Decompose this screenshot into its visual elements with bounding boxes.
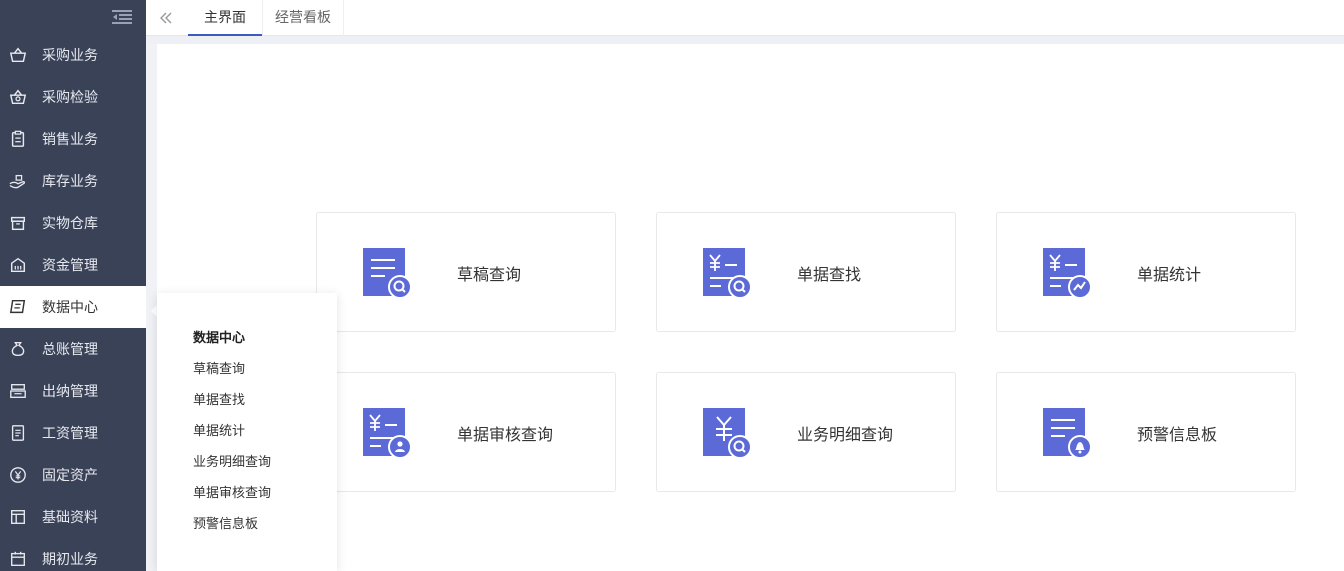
- sidebar-item-label: 资金管理: [42, 258, 98, 274]
- content-gutter: [146, 36, 1344, 44]
- sidebar-item-label: 固定资产: [42, 468, 98, 484]
- submenu-title: 数据中心: [193, 331, 246, 346]
- sidebar-item-label: 采购业务: [42, 48, 98, 64]
- sidebar-item-label: 实物仓库: [42, 216, 98, 232]
- sidebar-item-label: 基础资料: [42, 510, 98, 526]
- sidebar-item-cashier[interactable]: 出纳管理: [0, 370, 146, 412]
- sidebar-item-data-center[interactable]: 数据中心: [0, 286, 146, 328]
- card-bill-audit-query[interactable]: 单据审核查询: [316, 372, 616, 492]
- sidebar: 采购业务 采购检验 销售业务 库存业务 实物仓库 资金管理 数据中心 总账管理 …: [0, 0, 146, 571]
- card-label: 单据统计: [1137, 265, 1202, 284]
- business-detail-icon: [703, 408, 751, 458]
- sidebar-header: [0, 0, 146, 34]
- card-business-detail-query[interactable]: 业务明细查询: [656, 372, 956, 492]
- submenu-item-business-detail[interactable]: 业务明细查询: [193, 451, 271, 470]
- basket-search-icon: [8, 87, 28, 107]
- card-draft-query[interactable]: 草稿查询: [316, 212, 616, 332]
- tab-business-dashboard[interactable]: 经营看板: [262, 0, 344, 36]
- document-icon: [8, 423, 28, 443]
- card-bill-search[interactable]: 单据查找: [656, 212, 956, 332]
- submenu-item-bill-statistics[interactable]: 单据统计: [193, 420, 245, 439]
- clipboard-icon: [8, 129, 28, 149]
- card-warning-board[interactable]: 预警信息板: [996, 372, 1296, 492]
- bill-stats-icon: [1043, 248, 1091, 298]
- archive-icon: [8, 213, 28, 233]
- basket-icon: [8, 45, 28, 65]
- submenu-item-bill-audit[interactable]: 单据审核查询: [193, 482, 271, 501]
- sidebar-item-label: 数据中心: [42, 300, 98, 316]
- sidebar-item-label: 销售业务: [42, 132, 98, 148]
- sidebar-item-label: 工资管理: [42, 426, 98, 442]
- card-bill-statistics[interactable]: 单据统计: [996, 212, 1296, 332]
- sidebar-item-label: 库存业务: [42, 174, 98, 190]
- submenu-item-warning-board[interactable]: 预警信息板: [193, 513, 258, 532]
- menu-collapse-icon[interactable]: [112, 9, 132, 25]
- sidebar-item-inventory[interactable]: 库存业务: [0, 160, 146, 202]
- calendar-icon: [8, 549, 28, 569]
- money-bag-icon: [8, 339, 28, 359]
- card-label: 预警信息板: [1137, 425, 1218, 444]
- sidebar-item-basic-data[interactable]: 基础资料: [0, 496, 146, 538]
- tab-bar: 主界面 经营看板: [146, 0, 1344, 36]
- draft-search-icon: [363, 248, 411, 298]
- yen-circle-icon: [8, 465, 28, 485]
- card-label: 业务明细查询: [797, 425, 894, 444]
- sidebar-item-label: 期初业务: [42, 552, 98, 568]
- sidebar-item-sales[interactable]: 销售业务: [0, 118, 146, 160]
- sidebar-item-warehouse[interactable]: 实物仓库: [0, 202, 146, 244]
- warning-board-icon: [1043, 408, 1091, 458]
- sidebar-item-label: 总账管理: [42, 342, 98, 358]
- sidebar-item-funds[interactable]: 资金管理: [0, 244, 146, 286]
- hand-box-icon: [8, 171, 28, 191]
- submenu-item-draft-query[interactable]: 草稿查询: [193, 358, 245, 377]
- card-label: 草稿查询: [457, 265, 522, 284]
- tab-main[interactable]: 主界面: [188, 0, 262, 36]
- sidebar-item-fixed-assets[interactable]: 固定资产: [0, 454, 146, 496]
- sidebar-item-purchase[interactable]: 采购业务: [0, 34, 146, 76]
- scroll-icon: [8, 297, 28, 317]
- sidebar-item-general-ledger[interactable]: 总账管理: [0, 328, 146, 370]
- sidebar-item-label: 采购检验: [42, 90, 98, 106]
- cash-register-icon: [8, 381, 28, 401]
- card-label: 单据查找: [797, 265, 862, 284]
- sidebar-item-opening[interactable]: 期初业务: [0, 538, 146, 571]
- sidebar-item-purchase-inspection[interactable]: 采购检验: [0, 76, 146, 118]
- layout-icon: [8, 507, 28, 527]
- double-chevron-left-icon[interactable]: [158, 10, 174, 26]
- sidebar-item-payroll[interactable]: 工资管理: [0, 412, 146, 454]
- submenu-item-bill-search[interactable]: 单据查找: [193, 389, 245, 408]
- sidebar-item-label: 出纳管理: [42, 384, 98, 400]
- bill-search-icon: [703, 248, 751, 298]
- bill-audit-icon: [363, 408, 411, 458]
- building-icon: [8, 255, 28, 275]
- card-label: 单据审核查询: [457, 425, 554, 444]
- data-center-submenu: 数据中心 草稿查询 单据查找 单据统计 业务明细查询 单据审核查询 预警信息板: [157, 293, 337, 571]
